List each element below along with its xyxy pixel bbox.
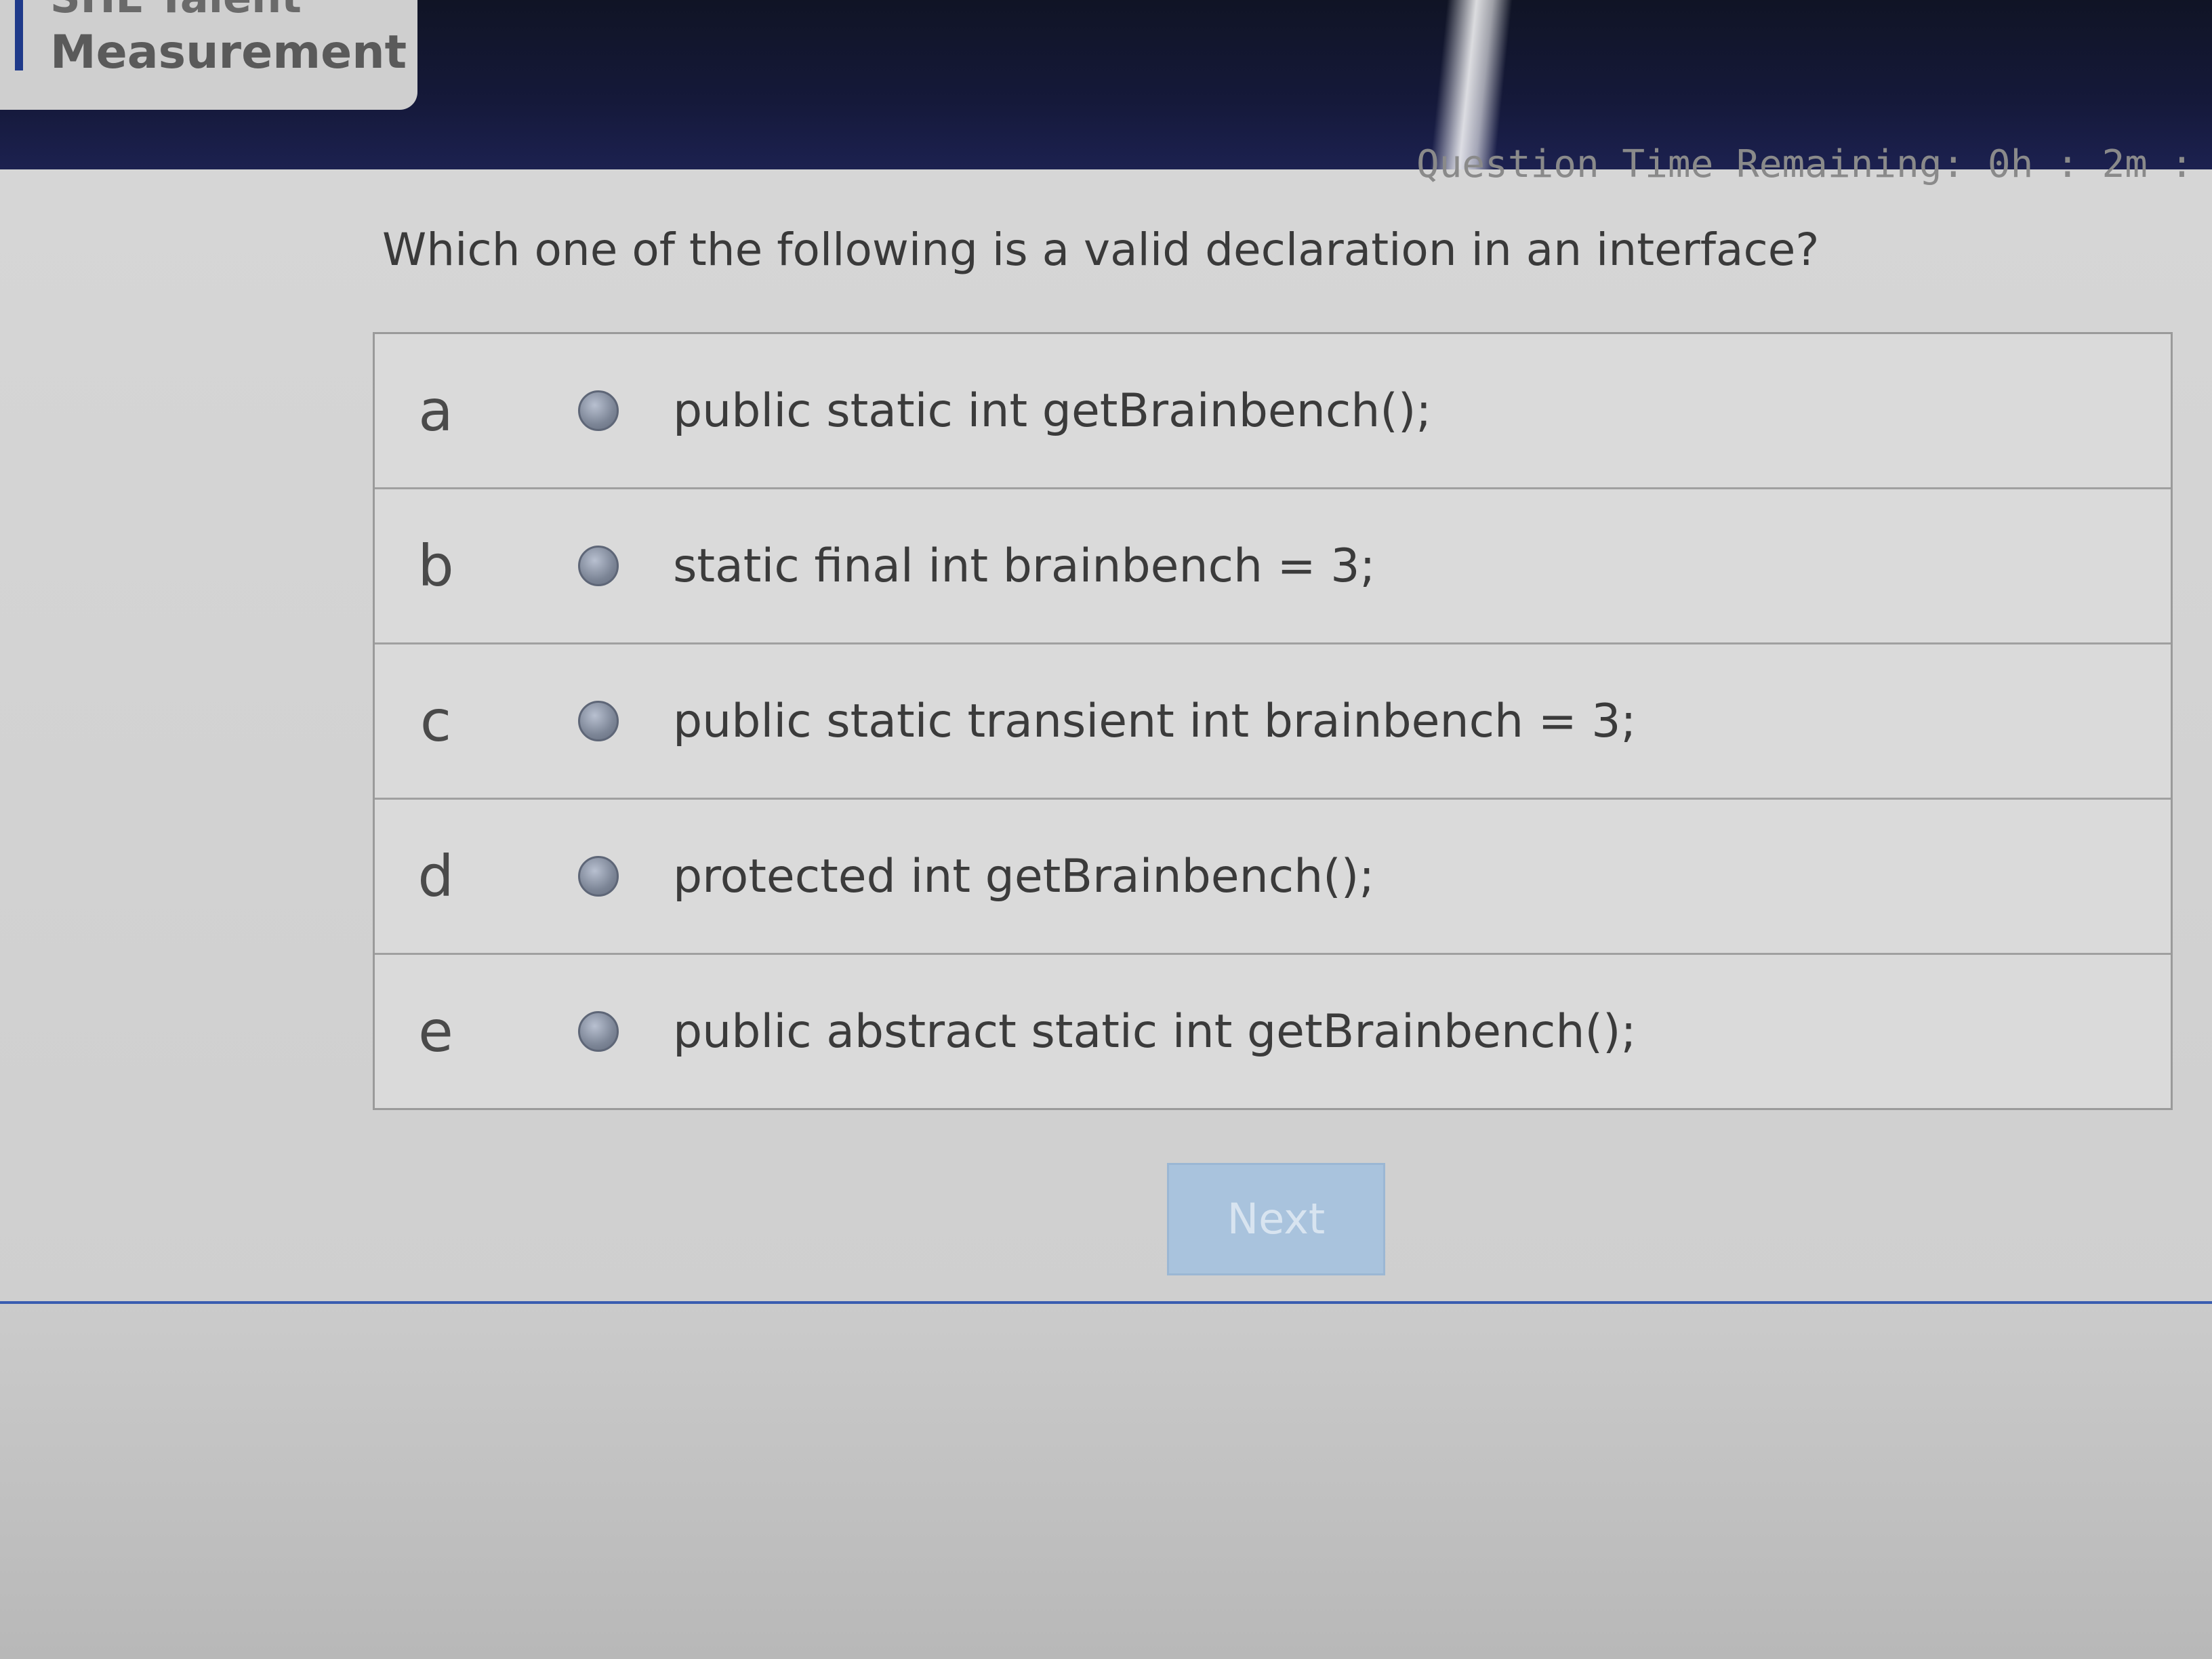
question-text: Which one of the following is a valid de… — [382, 224, 1820, 276]
option-row-c[interactable]: c public static transient int brainbench… — [375, 644, 2171, 800]
radio-button[interactable] — [578, 1011, 619, 1052]
logo: SHL Talent Measurement — [0, 0, 417, 110]
option-letter: c — [419, 688, 452, 754]
option-label: public static int getBrainbench(); — [673, 384, 1432, 438]
next-button[interactable]: Next — [1167, 1163, 1385, 1275]
option-letter: b — [417, 533, 454, 599]
option-row-a[interactable]: a public static int getBrainbench(); — [375, 334, 2171, 489]
footer-area — [0, 1304, 2212, 1659]
logo-line-1: SHL Talent — [50, 0, 302, 22]
option-letter: d — [417, 843, 454, 909]
option-letter: a — [418, 377, 453, 444]
option-row-b[interactable]: b static final int brainbench = 3; — [375, 489, 2171, 644]
logo-accent-bar — [15, 0, 23, 70]
question-timer: Question Time Remaining: 0h : 2m : 5 — [1416, 142, 2212, 186]
answer-options: a public static int getBrainbench(); b s… — [373, 332, 2173, 1110]
option-label: public abstract static int getBrainbench… — [673, 1004, 1637, 1059]
logo-line-2: Measurement — [50, 26, 407, 79]
radio-button[interactable] — [578, 701, 619, 741]
radio-button[interactable] — [578, 546, 619, 586]
radio-button[interactable] — [578, 856, 619, 897]
option-letter: e — [418, 998, 453, 1065]
option-label: static final int brainbench = 3; — [673, 539, 1376, 593]
option-label: public static transient int brainbench =… — [673, 694, 1637, 748]
option-row-e[interactable]: e public abstract static int getBrainben… — [375, 955, 2171, 1108]
radio-button[interactable] — [578, 390, 619, 431]
option-row-d[interactable]: d protected int getBrainbench(); — [375, 800, 2171, 955]
option-label: protected int getBrainbench(); — [673, 849, 1375, 903]
